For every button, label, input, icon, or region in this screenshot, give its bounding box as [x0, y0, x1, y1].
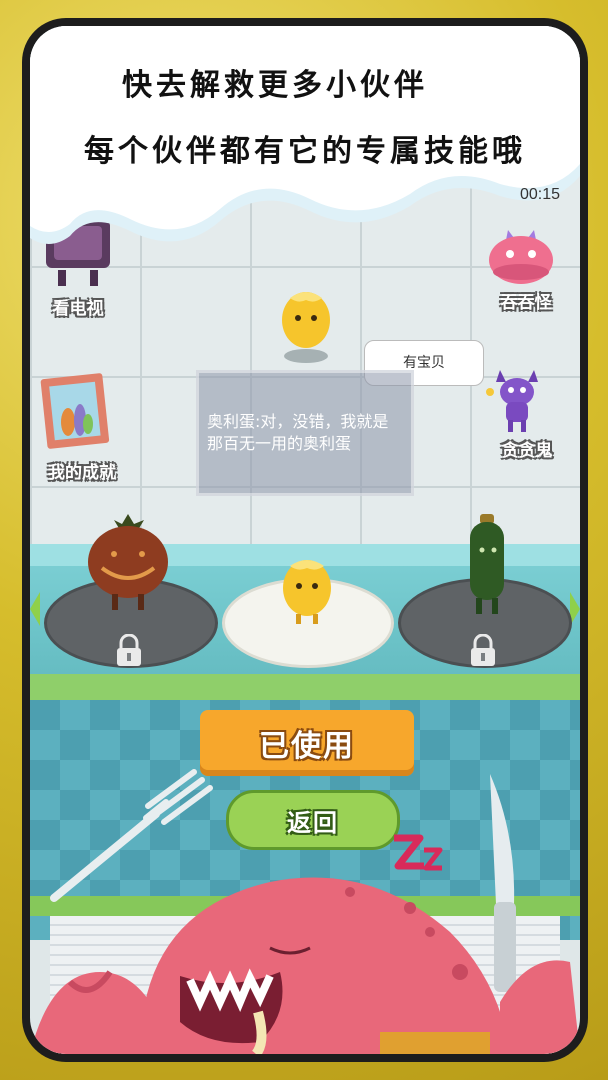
cucumber-character-icon: [470, 514, 504, 614]
back-button[interactable]: 返回: [226, 790, 400, 850]
swallow-monster-label: 吞吞怪: [500, 293, 552, 313]
lock-icon: [471, 634, 495, 666]
used-button[interactable]: 已使用: [200, 710, 414, 776]
watch-tv-label: 看电视: [52, 299, 104, 319]
character-dialog: 奥利蛋:对，没错，我就是那百无一用的奥利蛋: [196, 370, 414, 496]
achievements-button[interactable]: 我的成就: [34, 372, 130, 483]
tomato-character-icon: [88, 514, 168, 610]
phone-frame: 看电视 我的成就 吞吞怪 贪贪鬼 有宝贝 奥利蛋:对，没错，我就是那百无一用的奥…: [22, 18, 588, 1062]
stingy-ghost-label: 贪贪鬼: [501, 441, 553, 461]
game-screen: 看电视 我的成就 吞吞怪 贪贪鬼 有宝贝 奥利蛋:对，没错，我就是那百无一用的奥…: [30, 26, 580, 1054]
scroll-left-arrow-icon[interactable]: [30, 592, 40, 626]
counter-lip: [30, 674, 580, 700]
countdown-timer: 00:15: [519, 186, 560, 203]
lock-icon: [117, 634, 141, 666]
stingy-ghost-button[interactable]: 贪贪鬼: [482, 362, 572, 461]
egg-character-shadow: [282, 292, 330, 363]
pink-octopus-monster: [30, 877, 580, 1054]
achievements-label: 我的成就: [48, 463, 116, 483]
headline-skills: 每个伙伴都有它的专属技能哦: [84, 134, 526, 169]
picture-frame-icon: [40, 373, 110, 449]
egg-character-icon: [283, 560, 331, 624]
dialog-text: 奥利蛋:对，没错，我就是那百无一用的奥利蛋: [207, 412, 389, 453]
headline-rescue: 快去解救更多小伙伴: [122, 68, 428, 103]
purple-devil-icon: [486, 370, 538, 432]
